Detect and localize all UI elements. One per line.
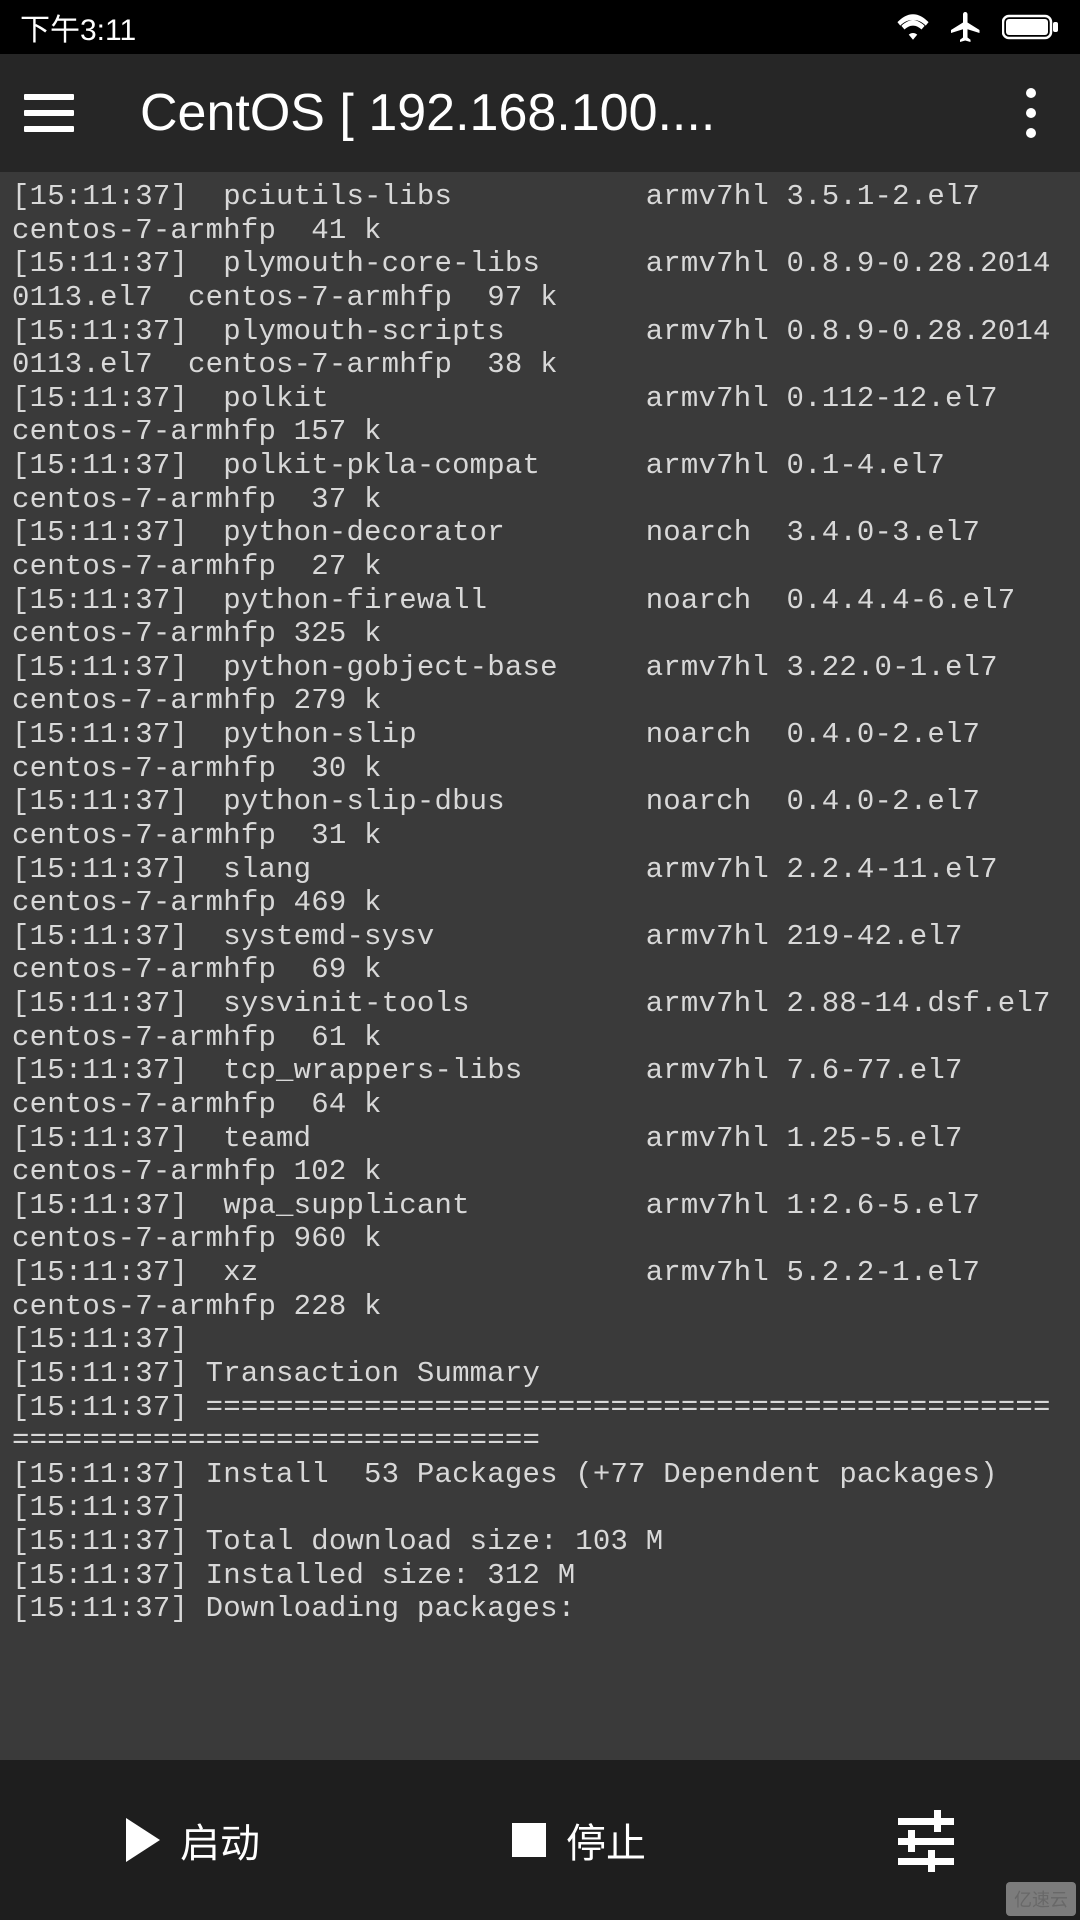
status-bar: 下午3:11: [0, 0, 1080, 54]
bottom-bar: 启动 停止 亿速云: [0, 1760, 1080, 1920]
sliders-icon: [898, 1812, 954, 1868]
stop-button[interactable]: 停止: [512, 1811, 646, 1869]
status-time: 下午3:11: [20, 5, 136, 49]
wifi-icon: [896, 13, 930, 41]
start-button[interactable]: 启动: [126, 1811, 260, 1869]
battery-icon: [1002, 13, 1060, 41]
status-icons: [896, 9, 1060, 45]
watermark: 亿速云: [1006, 1882, 1076, 1916]
play-icon: [126, 1818, 160, 1862]
stop-label: 停止: [566, 1811, 646, 1869]
airplane-mode-icon: [948, 9, 984, 45]
app-bar: CentOS [ 192.168.100....: [0, 54, 1080, 172]
stop-icon: [512, 1823, 546, 1857]
terminal-output[interactable]: [15:11:37] pciutils-libs armv7hl 3.5.1-2…: [0, 172, 1080, 1760]
menu-icon[interactable]: [24, 83, 84, 143]
settings-button[interactable]: [898, 1812, 954, 1868]
app-title: CentOS [ 192.168.100....: [116, 83, 974, 143]
more-options-icon[interactable]: [1006, 88, 1056, 138]
start-label: 启动: [180, 1811, 260, 1869]
